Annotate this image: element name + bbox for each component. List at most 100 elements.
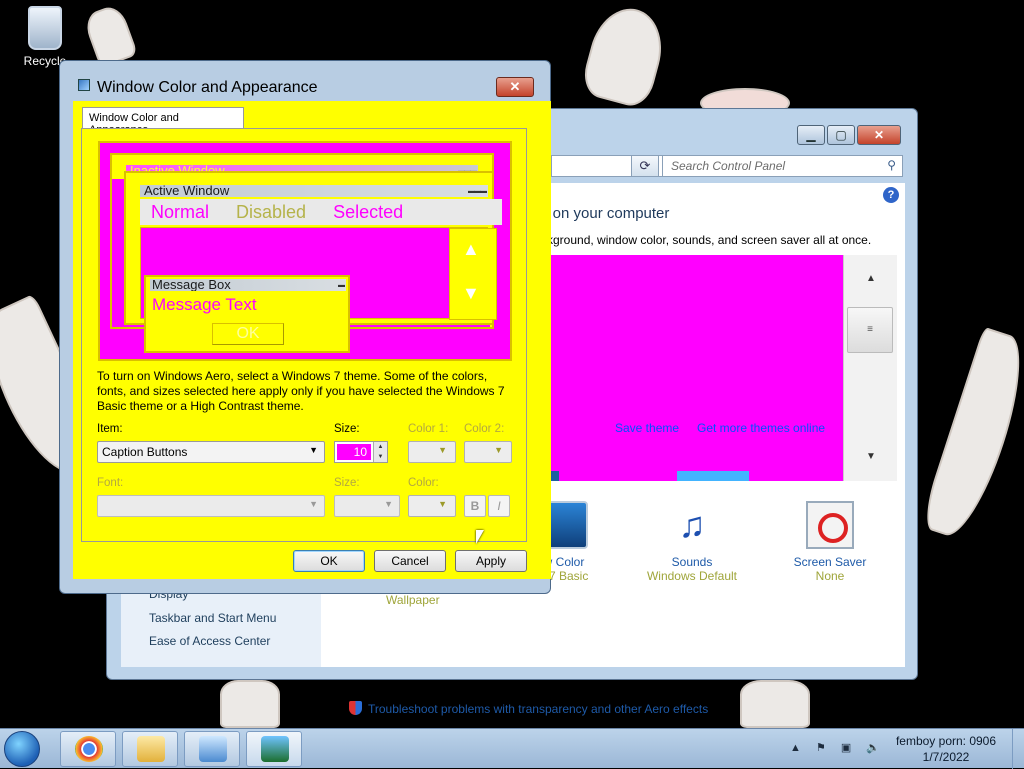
- preview-message-box[interactable]: Message Box ▬ Message Text OK: [144, 275, 350, 353]
- tile-name: Sounds: [671, 555, 713, 569]
- page-subheading: ckground, window color, sounds, and scre…: [541, 233, 872, 247]
- aero-description: To turn on Windows Aero, select a Window…: [97, 369, 505, 413]
- dialog-close-button[interactable]: ✕: [496, 77, 534, 97]
- wallpaper-art: [220, 680, 280, 728]
- get-more-themes-link[interactable]: Get more themes online: [697, 421, 825, 435]
- search-icon[interactable]: ⚲: [887, 158, 896, 172]
- wallpaper-art: [578, 0, 672, 111]
- help-icon[interactable]: ?: [883, 187, 899, 203]
- tile-value: Windows Default: [646, 569, 738, 583]
- taskbar: ▲ ⚑ ▣ 🔈 femboy porn: 0906 1/7/2022: [0, 728, 1024, 769]
- shield-icon: [349, 701, 362, 715]
- chrome-icon: [75, 736, 103, 762]
- preview-scrollbar[interactable]: ▲ ▼: [449, 228, 497, 320]
- font-select[interactable]: ▼: [97, 495, 325, 517]
- size-label: Size:: [334, 423, 360, 435]
- clock-line1: femboy porn: 0906: [895, 734, 997, 748]
- taskbar-display[interactable]: [246, 731, 302, 767]
- troubleshoot-link[interactable]: Troubleshoot problems with transparency …: [349, 701, 708, 716]
- item-select-value: Caption Buttons: [102, 445, 188, 459]
- menu-normal[interactable]: Normal: [151, 202, 209, 222]
- size-value[interactable]: 10: [337, 444, 371, 460]
- refresh-button[interactable]: ⟳: [631, 155, 659, 177]
- search-input[interactable]: Search Control Panel ⚲: [662, 155, 903, 177]
- chevron-down-icon: ▼: [438, 499, 447, 509]
- appearance-preview[interactable]: Inactive Window ▬▬▬ Active Window ▬▬▬ No…: [98, 141, 512, 361]
- close-button[interactable]: ✕: [857, 125, 901, 145]
- show-desktop-button[interactable]: [1012, 729, 1024, 769]
- sidebar-item-ease-of-access[interactable]: Ease of Access Center: [149, 634, 270, 648]
- screen-saver-tile[interactable]: Screen Saver None: [775, 501, 885, 583]
- minimize-button[interactable]: ▁: [797, 125, 825, 145]
- control-panel-icon: [199, 736, 227, 762]
- save-theme-link[interactable]: Save theme: [615, 421, 679, 435]
- stepper-arrows-icon[interactable]: ▲ ▼: [373, 442, 387, 462]
- screen-saver-icon: [806, 501, 854, 549]
- start-button[interactable]: [4, 731, 40, 767]
- scroll-up-icon[interactable]: ▲: [844, 273, 898, 284]
- scroll-up-icon[interactable]: ▲: [462, 239, 480, 260]
- display-icon: [261, 736, 289, 762]
- message-box-caption[interactable]: Message Box ▬: [150, 279, 346, 291]
- taskbar-control-panel[interactable]: [184, 731, 240, 767]
- taskbar-explorer[interactable]: [122, 731, 178, 767]
- tile-name: Screen Saver: [793, 555, 867, 569]
- color1-label: Color 1:: [408, 423, 449, 435]
- clock-date: 1/7/2022: [922, 750, 970, 764]
- themes-scrollbar[interactable]: ▲ ≡ ▼: [843, 255, 897, 481]
- scroll-down-icon[interactable]: ▼: [462, 283, 480, 304]
- chevron-down-icon: ▼: [384, 499, 393, 509]
- color2-picker[interactable]: ▼: [464, 441, 512, 463]
- scrollbar-thumb[interactable]: ≡: [847, 307, 893, 353]
- music-notes-icon: ♫: [678, 504, 706, 545]
- tab-panel: Inactive Window ▬▬▬ Active Window ▬▬▬ No…: [81, 128, 527, 542]
- color2-label: Color 2:: [464, 423, 505, 435]
- apply-button[interactable]: Apply: [455, 550, 527, 572]
- preview-ok-button[interactable]: OK: [212, 323, 284, 345]
- item-select[interactable]: Caption Buttons ▼: [97, 441, 325, 463]
- chevron-down-icon: ▼: [309, 445, 318, 455]
- font-label: Font:: [97, 477, 124, 489]
- menu-selected[interactable]: Selected: [333, 202, 403, 222]
- color1-picker[interactable]: ▼: [408, 441, 456, 463]
- dialog-body: Window Color and Appearance Inactive Win…: [73, 101, 551, 579]
- message-box-title: Message Box: [152, 279, 231, 291]
- themes-list[interactable]: Save theme Get more themes online: [551, 255, 843, 481]
- active-window-caption[interactable]: Active Window ▬▬▬: [140, 185, 488, 197]
- preview-menu-bar[interactable]: Normal Disabled Selected: [140, 199, 502, 225]
- italic-button[interactable]: I: [488, 495, 510, 517]
- taskbar-chrome[interactable]: [60, 731, 116, 767]
- scroll-down-icon[interactable]: ▼: [844, 451, 898, 462]
- clock[interactable]: femboy porn: 0906 1/7/2022: [884, 733, 1008, 765]
- size-stepper[interactable]: 10 ▲ ▼: [334, 441, 388, 463]
- menu-disabled[interactable]: Disabled: [236, 202, 306, 222]
- sidebar-item-taskbar[interactable]: Taskbar and Start Menu: [149, 611, 276, 625]
- tile-value: None: [815, 569, 845, 583]
- ok-button[interactable]: OK: [293, 550, 365, 572]
- system-tray-icons[interactable]: ▲ ⚑ ▣ 🔈: [790, 741, 886, 754]
- recycle-bin-icon: [28, 6, 62, 50]
- font-size-select[interactable]: ▼: [334, 495, 400, 517]
- dialog-title: Window Color and Appearance: [97, 79, 318, 96]
- cancel-button[interactable]: Cancel: [374, 550, 446, 572]
- item-label: Item:: [97, 423, 123, 435]
- search-placeholder: Search Control Panel: [671, 159, 786, 173]
- folder-icon: [137, 736, 165, 762]
- theme-thumbnail[interactable]: [551, 471, 559, 481]
- troubleshoot-text: Troubleshoot problems with transparency …: [368, 702, 709, 716]
- tab-window-color[interactable]: Window Color and Appearance: [82, 107, 244, 136]
- caption-buttons-icon: ▬▬▬: [468, 188, 487, 195]
- message-text[interactable]: Message Text: [152, 295, 257, 315]
- active-window-title: Active Window: [144, 185, 230, 197]
- theme-thumbnail[interactable]: [677, 471, 749, 481]
- wallpaper-label[interactable]: Wallpaper: [386, 593, 440, 607]
- sounds-tile[interactable]: ♫ Sounds Windows Default: [637, 501, 747, 583]
- bold-button[interactable]: B: [464, 495, 486, 517]
- wallpaper-art: [81, 2, 139, 69]
- recycle-bin-desktop-icon[interactable]: Recycle: [10, 6, 80, 68]
- window-color-dialog[interactable]: Window Color and Appearance ✕ Window Col…: [59, 60, 551, 594]
- maximize-button[interactable]: ▢: [827, 125, 855, 145]
- chevron-down-icon: ▼: [438, 445, 447, 455]
- page-heading: s on your computer: [541, 205, 670, 222]
- font-color-picker[interactable]: ▼: [408, 495, 456, 517]
